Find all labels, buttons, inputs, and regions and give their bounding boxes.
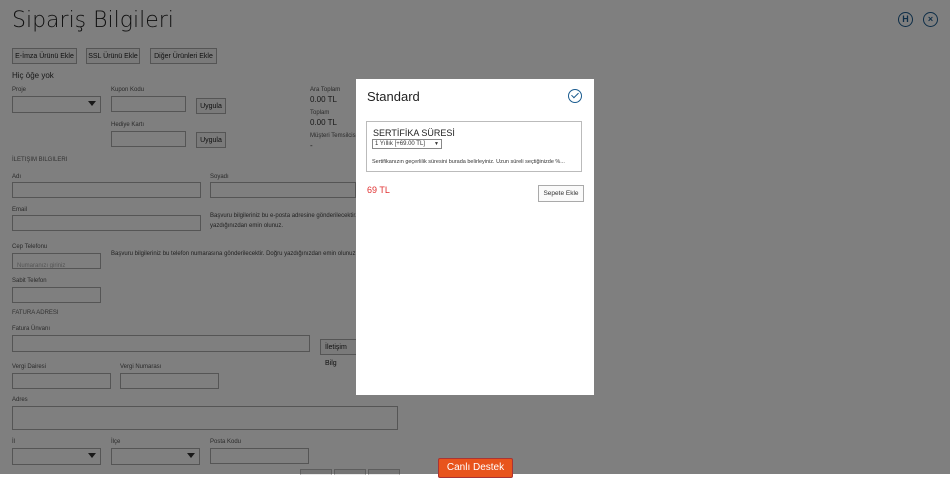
live-support-button[interactable]: Canlı Destek	[438, 458, 513, 478]
option-title: SERTİFİKA SÜRESİ	[373, 128, 455, 138]
modal-title: Standard	[367, 89, 420, 104]
product-modal: Standard SERTİFİKA SÜRESİ 1 Yıllık [+69.…	[356, 79, 594, 395]
duration-selected-value: 1 Yıllık [+69.00 TL]	[375, 141, 425, 147]
add-to-cart-button[interactable]: Sepete Ekle	[538, 185, 584, 202]
product-price: 69 TL	[367, 185, 390, 195]
option-box: SERTİFİKA SÜRESİ 1 Yıllık [+69.00 TL] ▼ …	[366, 121, 582, 172]
duration-select[interactable]: 1 Yıllık [+69.00 TL] ▼	[372, 139, 442, 149]
check-circle-icon[interactable]	[568, 89, 582, 103]
chevron-down-icon: ▼	[434, 141, 439, 147]
option-description: Sertifikanızın geçerlilik süresini burad…	[372, 159, 565, 165]
